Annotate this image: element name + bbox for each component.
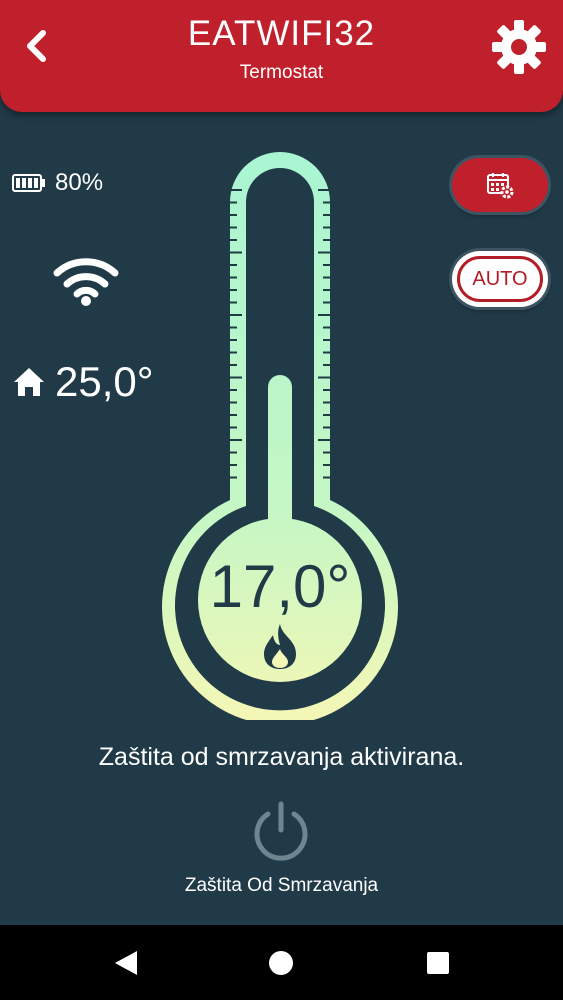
system-nav-bar (0, 925, 563, 1000)
device-title: EATWIFI32 (187, 14, 376, 53)
flame-icon (264, 624, 296, 669)
power-label: Zaštita Od Smrzavanja (184, 875, 379, 896)
room-temperature: 25,0° (55, 358, 154, 405)
power-icon (254, 801, 308, 861)
set-temperature: 17,0° (209, 553, 351, 620)
nav-home-icon[interactable] (268, 950, 294, 976)
home-icon (14, 368, 44, 396)
nav-back-icon[interactable] (113, 949, 139, 977)
settings-button[interactable] (490, 18, 548, 76)
power-button[interactable] (250, 800, 312, 862)
gear-icon (492, 20, 546, 74)
mode-auto-button[interactable]: AUTO (452, 251, 548, 307)
mode-label: AUTO (457, 256, 543, 302)
battery-level: 80% (55, 169, 104, 196)
nav-recents-icon[interactable] (426, 951, 450, 975)
app-header: EATWIFI32 Termostat (0, 0, 563, 112)
device-subtitle: Termostat (239, 62, 324, 83)
schedule-button[interactable] (452, 158, 548, 212)
wifi-icon (53, 258, 119, 306)
calendar-gear-icon (487, 173, 514, 199)
battery-icon (12, 174, 45, 192)
status-message: Zaštita od smrzavanja aktivirana. (98, 743, 465, 771)
